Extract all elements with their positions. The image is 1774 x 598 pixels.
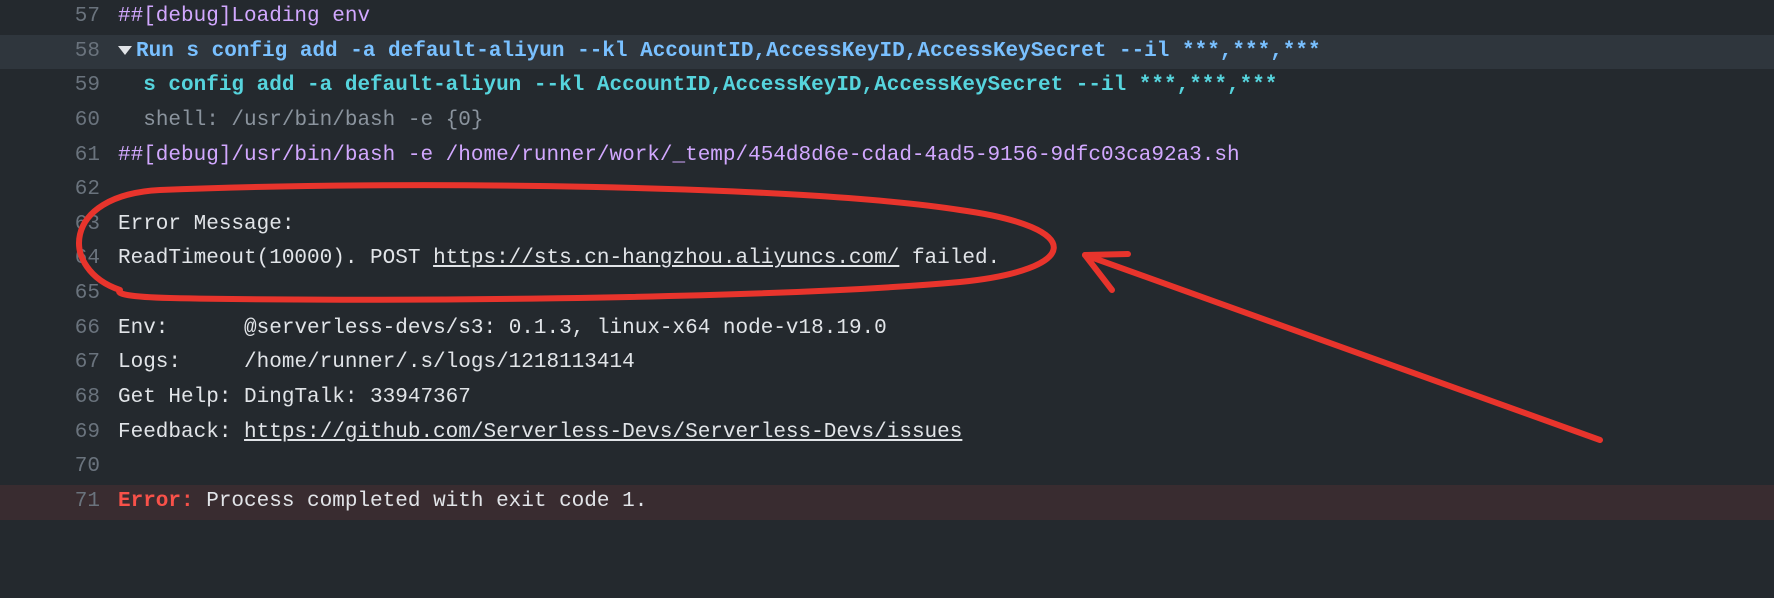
log-line[interactable]: 57 ##[debug]Loading env [0,0,1774,35]
log-line[interactable]: 64 ReadTimeout(10000). POST https://sts.… [0,242,1774,277]
log-line[interactable]: 67 Logs: /home/runner/.s/logs/1218113414 [0,346,1774,381]
log-line[interactable]: 66 Env: @serverless-devs/s3: 0.1.3, linu… [0,312,1774,347]
error-url-link[interactable]: https://sts.cn-hangzhou.aliyuncs.com/ [433,247,899,270]
log-text: ReadTimeout(10000). POST https://sts.cn-… [118,242,1774,277]
log-line[interactable]: 59 s config add -a default-aliyun --kl A… [0,69,1774,104]
log-line[interactable]: 65 [0,277,1774,312]
log-text: Feedback: https://github.com/Serverless-… [118,416,1774,451]
log-line[interactable]: 63 Error Message: [0,208,1774,243]
line-number: 65 [0,277,118,312]
line-number: 58 [0,35,118,70]
feedback-url-link[interactable]: https://github.com/Serverless-Devs/Serve… [244,421,962,444]
line-number: 59 [0,69,118,104]
log-line-collapsible[interactable]: 58 Run s config add -a default-aliyun --… [0,35,1774,70]
log-line[interactable]: 60 shell: /usr/bin/bash -e {0} [0,104,1774,139]
line-number: 57 [0,0,118,35]
log-viewer: 57 ##[debug]Loading env 58 Run s config … [0,0,1774,520]
line-number: 68 [0,381,118,416]
log-text: ##[debug]Loading env [118,0,1774,35]
line-number: 67 [0,346,118,381]
chevron-down-icon[interactable] [118,46,132,55]
log-text: Env: @serverless-devs/s3: 0.1.3, linux-x… [118,312,1774,347]
line-number: 61 [0,139,118,174]
line-number: 71 [0,485,118,520]
line-number: 70 [0,450,118,485]
line-number: 63 [0,208,118,243]
log-text: shell: /usr/bin/bash -e {0} [118,104,1774,139]
log-line[interactable]: 61 ##[debug]/usr/bin/bash -e /home/runne… [0,139,1774,174]
log-text: Error: Process completed with exit code … [118,485,1774,520]
log-line[interactable]: 70 [0,450,1774,485]
line-number: 62 [0,173,118,208]
log-text: Logs: /home/runner/.s/logs/1218113414 [118,346,1774,381]
log-text: Get Help: DingTalk: 33947367 [118,381,1774,416]
line-number: 69 [0,416,118,451]
log-text: s config add -a default-aliyun --kl Acco… [118,69,1774,104]
log-line[interactable]: 68 Get Help: DingTalk: 33947367 [0,381,1774,416]
line-number: 66 [0,312,118,347]
log-line[interactable]: 69 Feedback: https://github.com/Serverle… [0,416,1774,451]
line-number: 64 [0,242,118,277]
log-text: Run s config add -a default-aliyun --kl … [118,35,1774,70]
log-text: Error Message: [118,208,1774,243]
line-number: 60 [0,104,118,139]
log-line-error[interactable]: 71 Error: Process completed with exit co… [0,485,1774,520]
log-text: ##[debug]/usr/bin/bash -e /home/runner/w… [118,139,1774,174]
log-line[interactable]: 62 [0,173,1774,208]
